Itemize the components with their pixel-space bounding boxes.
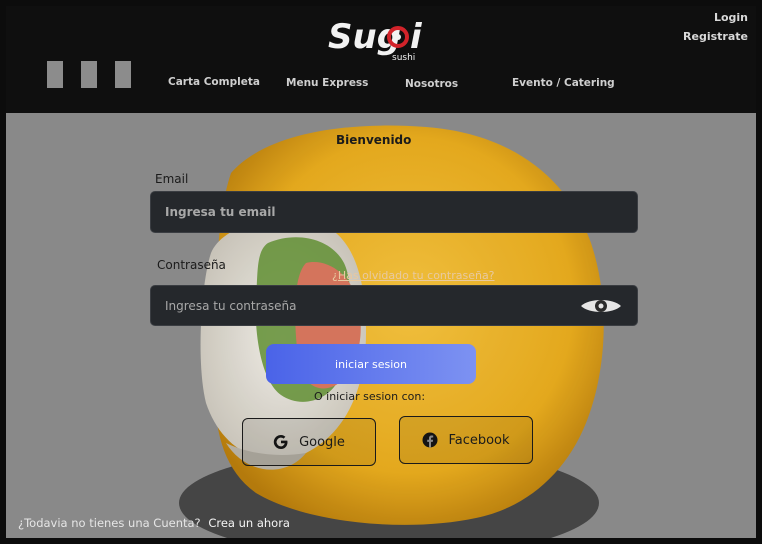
- facebook-login-button[interactable]: Facebook: [399, 416, 533, 464]
- nav-carta-completa[interactable]: Carta Completa: [168, 76, 260, 88]
- auth-links: Login Registrate: [683, 8, 748, 46]
- login-button[interactable]: iniciar sesion: [266, 344, 476, 384]
- signup-prompt: ¿Todavia no tienes una Cuenta? Crea un a…: [18, 516, 290, 530]
- logo-mark: Sug i sushi: [328, 17, 423, 62]
- facebook-icon: [422, 432, 438, 448]
- welcome-heading: Bienvenido: [336, 133, 412, 147]
- google-label: Google: [299, 434, 345, 450]
- social-login-caption: O iniciar sesion con:: [314, 390, 426, 403]
- svg-text:sushi: sushi: [392, 53, 415, 62]
- eye-icon[interactable]: [579, 296, 623, 316]
- password-label: Contraseña: [157, 258, 226, 272]
- brand-logo[interactable]: Sug i sushi: [324, 12, 434, 62]
- email-input[interactable]: [150, 191, 638, 233]
- nav-nosotros[interactable]: Nosotros: [405, 78, 458, 90]
- main-nav: Carta Completa Menu Express Nosotros Eve…: [6, 76, 756, 92]
- svg-text:i: i: [410, 17, 423, 57]
- login-link[interactable]: Login: [683, 8, 748, 27]
- password-input[interactable]: [150, 285, 638, 326]
- nav-menu-express[interactable]: Menu Express: [286, 77, 368, 89]
- email-label: Email: [155, 172, 189, 186]
- signup-question: ¿Todavia no tienes una Cuenta?: [18, 516, 201, 530]
- site-header: Sug i sushi Login Registrate Carta Compl…: [6, 6, 756, 113]
- register-link[interactable]: Registrate: [683, 27, 748, 46]
- google-login-button[interactable]: Google: [242, 418, 376, 466]
- nav-evento-catering[interactable]: Evento / Catering: [512, 77, 615, 89]
- login-section: Bienvenido Email Contraseña ¿Has olvidad…: [6, 113, 756, 538]
- google-icon: [273, 435, 288, 449]
- create-account-link[interactable]: Crea un ahora: [208, 516, 290, 530]
- facebook-label: Facebook: [448, 432, 510, 448]
- forgot-password-link[interactable]: ¿Has olvidado tu contraseña?: [332, 269, 495, 282]
